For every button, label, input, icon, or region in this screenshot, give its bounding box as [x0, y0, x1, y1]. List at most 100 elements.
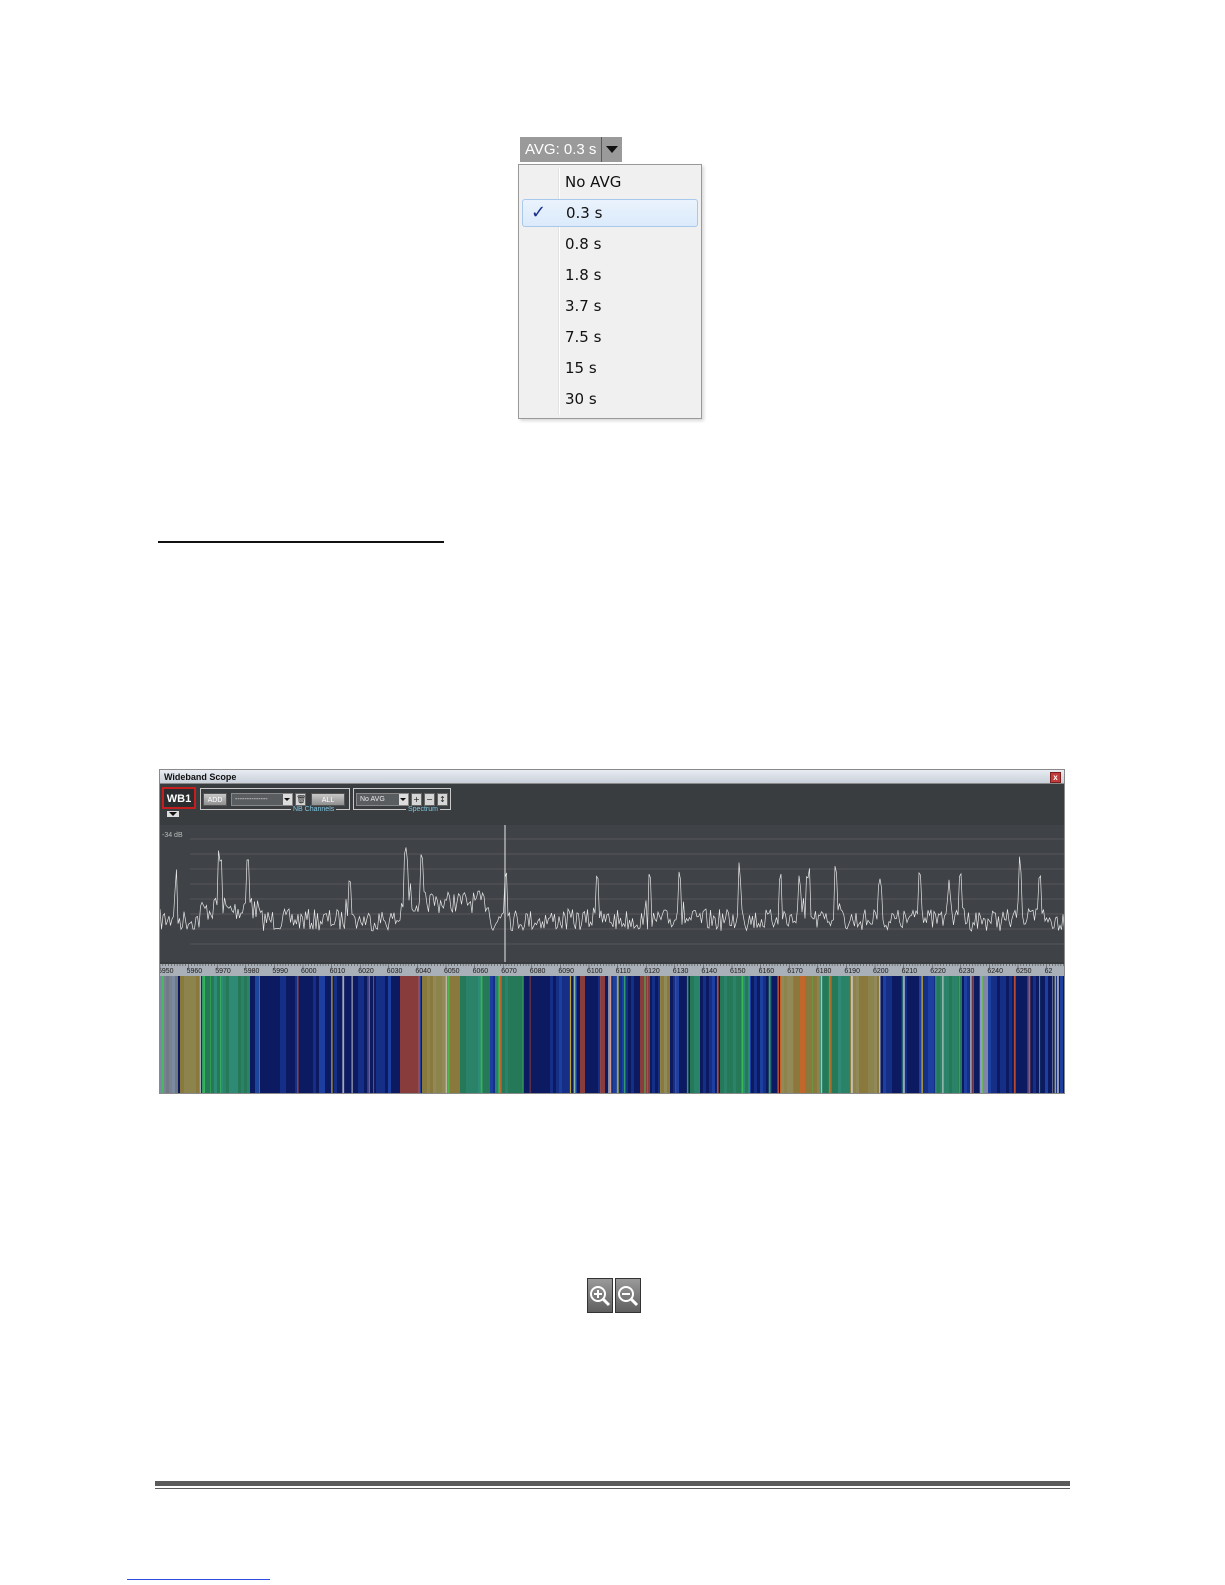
add-channel-button[interactable]: ADD	[203, 793, 227, 806]
waterfall-column	[490, 976, 493, 1093]
zoom-out-icon[interactable]	[615, 1278, 641, 1313]
spectrum-group-label: Spectrum	[406, 806, 440, 814]
menu-item-0-8s[interactable]: 0.8 s	[522, 230, 698, 258]
waterfall-column	[394, 976, 397, 1093]
menu-item-15s[interactable]: 15 s	[522, 354, 698, 382]
waterfall-column	[1042, 976, 1045, 1093]
waterfall-column	[1048, 976, 1051, 1093]
waterfall-column	[766, 976, 769, 1093]
waterfall-column	[565, 976, 568, 1093]
close-icon[interactable]: x	[1050, 772, 1061, 783]
freq-tick-label: 5990	[272, 968, 288, 975]
waterfall-column	[1030, 976, 1033, 1093]
waterfall-signal-band	[690, 976, 700, 1093]
trash-icon[interactable]: 🗑	[295, 793, 306, 806]
waterfall-signal-band	[400, 976, 420, 1093]
waterfall-column	[313, 976, 316, 1093]
waterfall-column	[298, 976, 301, 1093]
waterfall-column	[967, 976, 970, 1093]
waterfall-column	[388, 976, 391, 1093]
waterfall-signal-band	[422, 976, 460, 1093]
nb-channel-select[interactable]: --------------	[231, 793, 293, 806]
waterfall-column	[280, 976, 283, 1093]
menu-item-0-3s[interactable]: ✓ 0.3 s	[522, 199, 698, 227]
waterfall-column	[1063, 976, 1064, 1093]
waterfall-signal-band	[180, 976, 200, 1093]
waterfall-column	[292, 976, 295, 1093]
waterfall-column	[991, 976, 994, 1093]
waterfall-column	[679, 976, 682, 1093]
freq-tick-label: 6170	[787, 968, 803, 975]
freq-tick-label: 5950	[160, 968, 174, 975]
wideband-scope-window: Wideband Scope x WB1 NB Channels ADD ---…	[159, 769, 1065, 1094]
freq-tick-label: 5960	[187, 968, 203, 975]
freq-tick-label: 6200	[873, 968, 889, 975]
waterfall-column	[757, 976, 760, 1093]
receiver-selector[interactable]: WB1	[162, 787, 196, 809]
waterfall-column	[631, 976, 634, 1093]
waterfall-column	[310, 976, 313, 1093]
chevron-down-icon[interactable]	[601, 137, 623, 162]
waterfall-column	[319, 976, 322, 1093]
scale-icon[interactable]: ↕	[437, 793, 448, 806]
zoom-out-icon[interactable]: −	[424, 793, 435, 806]
avg-dropdown-menu: No AVG ✓ 0.3 s 0.8 s 1.8 s 3.7 s 7.5 s 15…	[518, 164, 702, 419]
freq-tick-label: 6190	[844, 968, 860, 975]
waterfall-column	[322, 976, 325, 1093]
waterfall-column	[700, 976, 703, 1093]
menu-item-30s[interactable]: 30 s	[522, 385, 698, 413]
receiver-dropdown-icon[interactable]	[167, 811, 179, 817]
menu-item-no-avg[interactable]: No AVG	[522, 168, 698, 196]
delete-all-button[interactable]: ALL	[311, 793, 345, 806]
waterfall-column	[637, 976, 640, 1093]
waterfall-column	[361, 976, 364, 1093]
waterfall-column	[895, 976, 898, 1093]
spectrum-plot[interactable]: -34 dB	[160, 825, 1065, 962]
waterfall-column	[706, 976, 709, 1093]
waterfall-column	[1033, 976, 1036, 1093]
menu-item-7-5s[interactable]: 7.5 s	[522, 323, 698, 351]
waterfall-column	[619, 976, 622, 1093]
freq-tick-label: 62	[1045, 968, 1053, 975]
bottom-link-underline[interactable]	[127, 1579, 270, 1580]
waterfall-column	[925, 976, 928, 1093]
freq-tick-label: 6010	[330, 968, 346, 975]
spectrum-trace	[160, 847, 1064, 932]
freq-tick-label: 6130	[673, 968, 689, 975]
freq-tick-label: 6210	[902, 968, 918, 975]
waterfall-column	[547, 976, 550, 1093]
spectrum-avg-select[interactable]: No AVG	[356, 793, 409, 806]
waterfall-column	[1045, 976, 1048, 1093]
zoom-in-icon[interactable]	[587, 1278, 613, 1313]
waterfall-signal-band	[850, 976, 880, 1093]
waterfall-column	[712, 976, 715, 1093]
freq-tick-label: 6120	[644, 968, 660, 975]
waterfall-display[interactable]	[160, 976, 1065, 1094]
waterfall-column	[328, 976, 331, 1093]
waterfall-signal-band	[580, 976, 585, 1093]
waterfall-column	[898, 976, 901, 1093]
checkmark-icon: ✓	[531, 202, 547, 223]
waterfall-column	[532, 976, 535, 1093]
zoom-in-icon[interactable]: +	[411, 793, 422, 806]
waterfall-column	[703, 976, 706, 1093]
freq-tick-label: 6070	[501, 968, 517, 975]
waterfall-column	[988, 976, 991, 1093]
waterfall-column	[355, 976, 358, 1093]
avg-dropdown-button[interactable]: AVG: 0.3 s	[520, 137, 623, 162]
waterfall-column	[709, 976, 712, 1093]
freq-tick-label: 6100	[587, 968, 603, 975]
menu-item-3-7s[interactable]: 3.7 s	[522, 292, 698, 320]
freq-tick-label: 6220	[930, 968, 946, 975]
waterfall-column	[385, 976, 388, 1093]
freq-tick-label: 6000	[301, 968, 317, 975]
waterfall-column	[592, 976, 595, 1093]
waterfall-column	[1021, 976, 1024, 1093]
waterfall-column	[526, 976, 529, 1093]
freq-tick-label: 6140	[701, 968, 717, 975]
waterfall-column	[250, 976, 253, 1093]
waterfall-column	[889, 976, 892, 1093]
menu-item-1-8s[interactable]: 1.8 s	[522, 261, 698, 289]
waterfall-column	[883, 976, 886, 1093]
freq-tick-label: 6050	[444, 968, 460, 975]
